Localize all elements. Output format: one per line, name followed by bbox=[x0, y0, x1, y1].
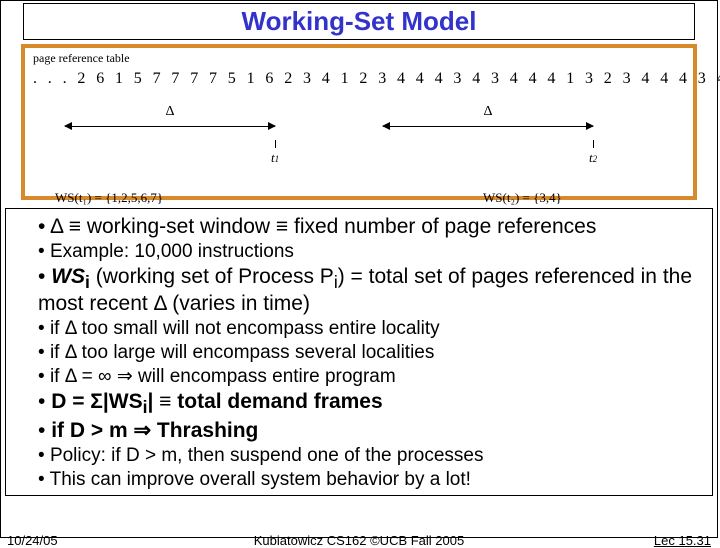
t2-label: t2 bbox=[589, 150, 597, 166]
tick-mark bbox=[275, 140, 276, 148]
arrow-head-right-icon bbox=[586, 122, 594, 130]
bullet-1-sub-1: Example: 10,000 instructions bbox=[38, 241, 702, 263]
footer-page: Lec 15.31 bbox=[654, 533, 711, 548]
bullet-2-sub-3: if Δ = ∞ ⇒ will encompass entire program bbox=[38, 366, 702, 388]
ws-t1: WS(t₁) = {1,2,5,6,7} bbox=[55, 190, 163, 206]
ws-t2: WS(t₂) = {3,4} bbox=[483, 190, 562, 206]
bullet-3: D = Σ|WSi| ≡ total demand frames bbox=[38, 390, 702, 417]
slide-container: Working-Set Model page reference table .… bbox=[0, 0, 718, 538]
t1-label: t1 bbox=[271, 150, 279, 166]
diagram-box: page reference table . . . 2 6 1 5 7 7 7… bbox=[21, 44, 697, 200]
bullet-4: if D > m ⇒ Thrashing bbox=[38, 419, 702, 443]
bullet-2-sub-2: if Δ too large will encompass several lo… bbox=[38, 342, 702, 364]
body-content: Δ ≡ working-set window ≡ fixed number of… bbox=[5, 208, 713, 496]
bullet-4-sublist: Policy: if D > m, then suspend one of th… bbox=[16, 445, 702, 491]
bullet-4-sub-1: Policy: if D > m, then suspend one of th… bbox=[38, 445, 702, 467]
bullet-1: Δ ≡ working-set window ≡ fixed number of… bbox=[38, 215, 702, 239]
slide-title: Working-Set Model bbox=[242, 6, 477, 36]
diagram-caption: page reference table bbox=[33, 51, 130, 66]
arrow-line bbox=[65, 126, 275, 127]
title-box: Working-Set Model bbox=[23, 3, 695, 40]
footer-course: Kubiatowicz CS162 ©UCB Fall 2005 bbox=[254, 533, 464, 548]
page-reference-row: . . . 2 6 1 5 7 7 7 7 5 1 6 2 3 4 1 2 3 … bbox=[33, 70, 685, 88]
arrow-head-left-icon bbox=[64, 122, 72, 130]
bullet-list: D = Σ|WSi| ≡ total demand frames if D > … bbox=[16, 390, 702, 443]
bullet-list: WSi (working set of Process Pi) = total … bbox=[16, 265, 702, 316]
arrow-line bbox=[383, 126, 593, 127]
arrow-head-left-icon bbox=[382, 122, 390, 130]
bullet-2-sublist: if Δ too small will not encompass entire… bbox=[16, 318, 702, 388]
arrow-head-right-icon bbox=[268, 122, 276, 130]
bullet-2-sub-1: if Δ too small will not encompass entire… bbox=[38, 318, 702, 340]
bullet-list: Δ ≡ working-set window ≡ fixed number of… bbox=[16, 215, 702, 239]
bullet-1-sublist: Example: 10,000 instructions bbox=[16, 241, 702, 263]
delta-symbol: Δ bbox=[479, 104, 496, 120]
footer-date: 10/24/05 bbox=[7, 533, 58, 548]
bullet-2: WSi (working set of Process Pi) = total … bbox=[38, 265, 702, 316]
delta-symbol: Δ bbox=[161, 104, 178, 120]
tick-mark bbox=[593, 140, 594, 148]
bullet-4-sub-2: This can improve overall system behavior… bbox=[38, 469, 702, 491]
